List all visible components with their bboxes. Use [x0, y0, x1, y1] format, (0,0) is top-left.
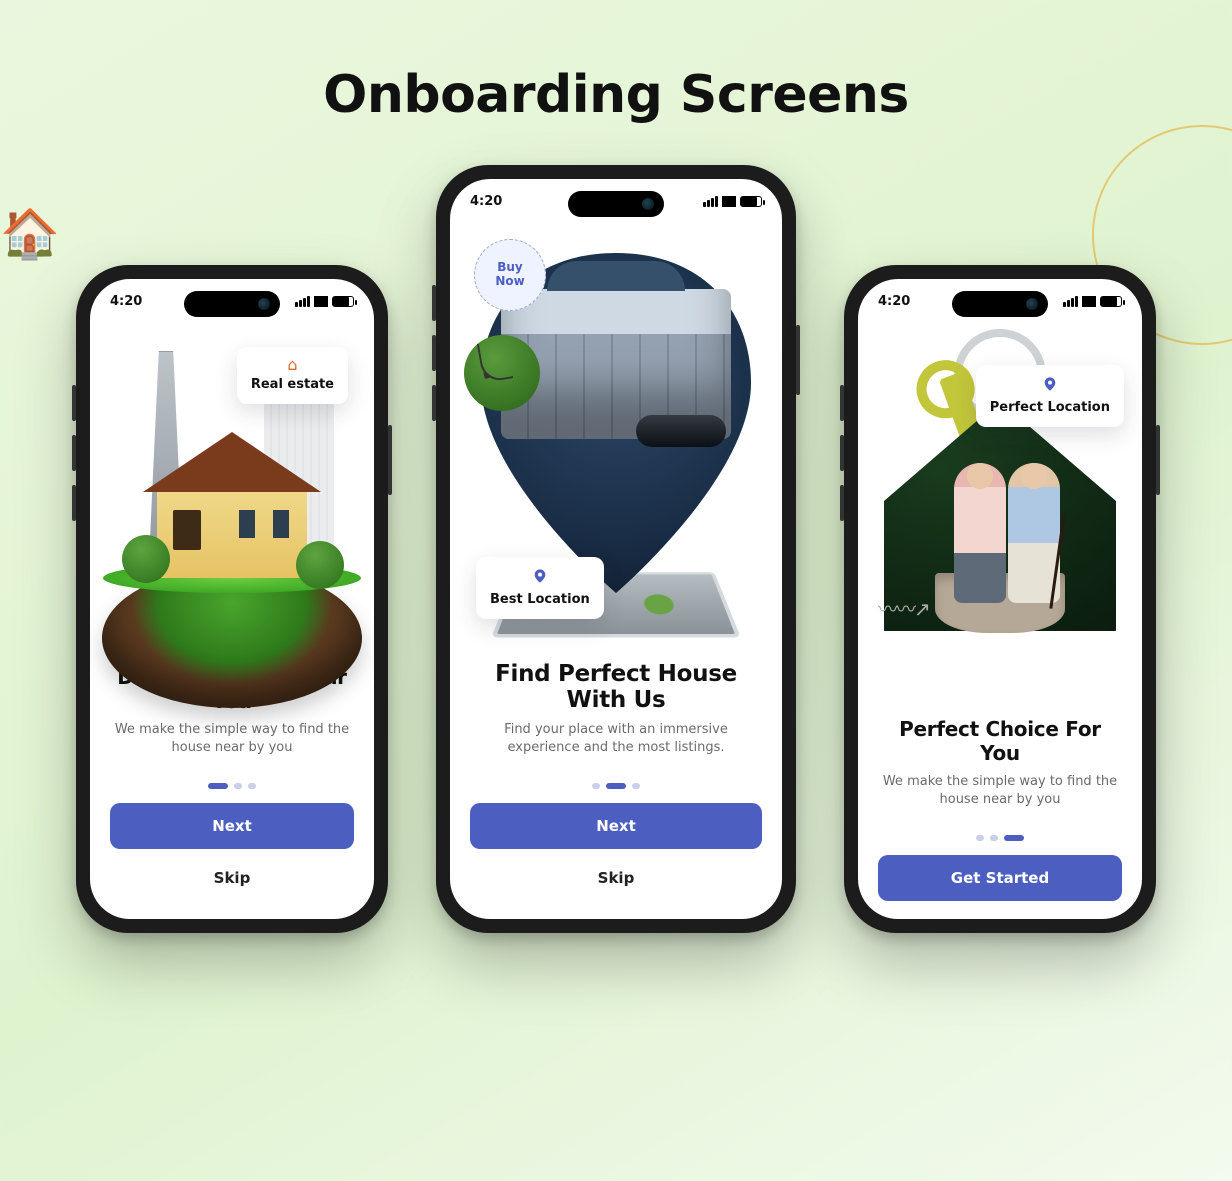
promo-bubble-buy-now[interactable]: Buy Now: [474, 239, 546, 311]
device-notch: [184, 291, 280, 317]
onboarding-heading: Find Perfect House With Us: [474, 661, 758, 713]
badge-label: Best Location: [490, 592, 590, 607]
page-dot[interactable]: [990, 835, 998, 841]
badge-best-location: Best Location: [476, 557, 604, 619]
onboarding-body: Find your place with an immersive experi…: [474, 721, 758, 757]
onboarding-body: We make the simple way to find the house…: [114, 721, 350, 757]
next-button[interactable]: Next: [110, 803, 354, 849]
device-notch: [952, 291, 1048, 317]
badge-perfect-location: Perfect Location: [976, 365, 1124, 427]
page-indicator: [90, 783, 374, 789]
wifi-icon: [314, 296, 328, 307]
device-notch: [568, 191, 664, 217]
onboarding-body: We make the simple way to find the house…: [882, 773, 1118, 809]
signal-icon: [703, 196, 718, 207]
page-dot[interactable]: [592, 783, 600, 789]
page-dot[interactable]: [976, 835, 984, 841]
signal-icon: [1063, 296, 1078, 307]
scribble-icon: 〰〰↗: [878, 593, 929, 622]
badge-label: Perfect Location: [990, 400, 1110, 415]
battery-icon: [740, 196, 762, 207]
next-button[interactable]: Next: [470, 803, 762, 849]
page-dot[interactable]: [632, 783, 640, 789]
signal-icon: [295, 296, 310, 307]
page-dot[interactable]: [208, 783, 228, 789]
decoration-house-emoji: 🏠: [0, 205, 60, 262]
phone-frame-3: 4:20 〰〰↗: [844, 265, 1156, 933]
badge-real-estate: ⌂ Real estate: [237, 347, 348, 404]
wifi-icon: [722, 196, 736, 207]
battery-icon: [1100, 296, 1122, 307]
status-time: 4:20: [110, 294, 142, 309]
page-dot[interactable]: [234, 783, 242, 789]
phone-frame-1: 4:20 ⌂ Real estate: [76, 265, 388, 933]
status-time: 4:20: [470, 194, 502, 209]
skip-button[interactable]: Skip: [110, 855, 354, 901]
page-title: Onboarding Screens: [0, 65, 1232, 125]
wifi-icon: [1082, 296, 1096, 307]
battery-icon: [332, 296, 354, 307]
badge-label: Real estate: [251, 377, 334, 392]
page-indicator: [450, 783, 782, 789]
onboarding-heading: Perfect Choice For You: [882, 717, 1118, 765]
get-started-button[interactable]: Get Started: [878, 855, 1122, 901]
status-time: 4:20: [878, 294, 910, 309]
page-indicator: [858, 835, 1142, 841]
promo-bubble-label: Buy Now: [495, 260, 524, 289]
page-dot[interactable]: [248, 783, 256, 789]
phone-frame-2: 4:20 Buy Now: [436, 165, 796, 933]
house-icon: ⌂: [251, 357, 334, 373]
skip-button[interactable]: Skip: [470, 855, 762, 901]
pin-icon: [490, 567, 590, 588]
page-dot[interactable]: [1004, 835, 1024, 841]
page-dot[interactable]: [606, 783, 626, 789]
pin-icon: [990, 375, 1110, 396]
